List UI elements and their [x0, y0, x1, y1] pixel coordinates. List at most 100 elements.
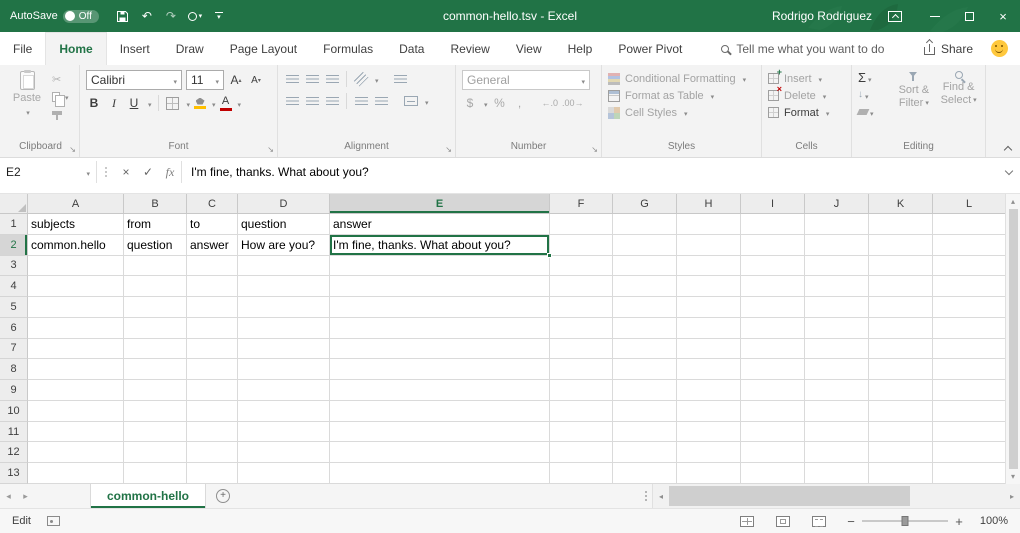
cell-G8[interactable]	[613, 359, 677, 380]
cell-K1[interactable]	[869, 214, 933, 235]
cell-I11[interactable]	[741, 422, 805, 443]
row-header-7[interactable]: 7	[0, 339, 28, 360]
cell-G4[interactable]	[613, 276, 677, 297]
record-macro-icon[interactable]	[47, 516, 60, 526]
row-header-3[interactable]: 3	[0, 256, 28, 277]
tab-page-layout[interactable]: Page Layout	[217, 32, 310, 65]
close-button[interactable]: ×	[986, 0, 1020, 32]
cell-J8[interactable]	[805, 359, 869, 380]
font-name-combo[interactable]: Calibri	[86, 70, 182, 90]
cell-K3[interactable]	[869, 256, 933, 277]
cell-I2[interactable]	[741, 235, 805, 256]
cell-C2[interactable]: answer	[187, 235, 238, 256]
fill-handle[interactable]	[547, 253, 552, 258]
touch-mouse-mode-icon[interactable]	[185, 5, 205, 27]
cell-A1[interactable]: subjects	[28, 214, 124, 235]
select-all-button[interactable]	[0, 194, 28, 213]
scroll-right-icon[interactable]	[1004, 492, 1020, 501]
cell-L3[interactable]	[933, 256, 1006, 277]
sheet-nav-right-icon[interactable]	[17, 484, 34, 508]
column-header-L[interactable]: L	[933, 194, 1006, 213]
cell-H7[interactable]	[677, 339, 741, 360]
sheet-nav-left-icon[interactable]	[0, 484, 17, 508]
align-center-button[interactable]	[304, 92, 320, 110]
top-align-button[interactable]	[284, 70, 300, 88]
cell-G9[interactable]	[613, 380, 677, 401]
cell-E9[interactable]	[330, 380, 550, 401]
collapse-ribbon-icon[interactable]	[1004, 144, 1012, 152]
horizontal-scrollbar[interactable]	[652, 484, 1020, 508]
merge-center-dropdown-icon[interactable]	[423, 94, 429, 108]
cell-G11[interactable]	[613, 422, 677, 443]
number-dialog-launcher-icon[interactable]	[591, 146, 598, 154]
cell-B4[interactable]	[124, 276, 187, 297]
cell-H8[interactable]	[677, 359, 741, 380]
sheet-tab-splitter[interactable]	[640, 484, 652, 508]
cell-A8[interactable]	[28, 359, 124, 380]
shrink-font-button[interactable]: A	[248, 71, 264, 89]
decrease-decimal-button[interactable]: .00→	[562, 94, 584, 112]
cell-E3[interactable]	[330, 256, 550, 277]
view-normal-icon[interactable]	[740, 516, 754, 527]
cell-K5[interactable]	[869, 297, 933, 318]
cell-F10[interactable]	[550, 401, 613, 422]
merge-center-button[interactable]	[403, 92, 419, 110]
cell-A4[interactable]	[28, 276, 124, 297]
decrease-indent-button[interactable]	[353, 92, 369, 110]
cell-K9[interactable]	[869, 380, 933, 401]
row-header-13[interactable]: 13	[0, 463, 28, 484]
accounting-format-button[interactable]: $	[462, 94, 478, 112]
underline-dropdown-icon[interactable]	[146, 96, 152, 110]
cell-I4[interactable]	[741, 276, 805, 297]
cell-C12[interactable]	[187, 442, 238, 463]
tab-power-pivot[interactable]: Power Pivot	[605, 32, 695, 65]
cell-D7[interactable]	[238, 339, 330, 360]
cell-E12[interactable]	[330, 442, 550, 463]
cell-G7[interactable]	[613, 339, 677, 360]
cell-G5[interactable]	[613, 297, 677, 318]
cell-L8[interactable]	[933, 359, 1006, 380]
column-header-F[interactable]: F	[550, 194, 613, 213]
cell-E6[interactable]	[330, 318, 550, 339]
paste-dropdown-icon[interactable]	[24, 106, 30, 118]
customize-quick-access-icon[interactable]	[209, 5, 229, 27]
accounting-dropdown-icon[interactable]	[482, 96, 488, 110]
cell-A12[interactable]	[28, 442, 124, 463]
scroll-up-icon[interactable]	[1006, 195, 1020, 208]
cell-D11[interactable]	[238, 422, 330, 443]
font-dialog-launcher-icon[interactable]	[267, 146, 274, 154]
cell-J5[interactable]	[805, 297, 869, 318]
cell-H6[interactable]	[677, 318, 741, 339]
cell-J7[interactable]	[805, 339, 869, 360]
tab-help[interactable]: Help	[555, 32, 606, 65]
cell-L4[interactable]	[933, 276, 1006, 297]
bottom-align-button[interactable]	[324, 70, 340, 88]
cell-F1[interactable]	[550, 214, 613, 235]
font-color-dropdown-icon[interactable]	[236, 96, 242, 110]
italic-button[interactable]: I	[106, 94, 122, 112]
scroll-left-icon[interactable]	[653, 492, 669, 501]
column-header-A[interactable]: A	[28, 194, 124, 213]
cell-I3[interactable]	[741, 256, 805, 277]
tab-data[interactable]: Data	[386, 32, 437, 65]
align-left-button[interactable]	[284, 92, 300, 110]
cancel-icon[interactable]: ×	[115, 161, 137, 183]
cell-E13[interactable]	[330, 463, 550, 484]
cell-C4[interactable]	[187, 276, 238, 297]
cell-K7[interactable]	[869, 339, 933, 360]
cell-I6[interactable]	[741, 318, 805, 339]
tab-view[interactable]: View	[503, 32, 555, 65]
find-select-button[interactable]: Find & Select	[938, 70, 979, 141]
cell-H10[interactable]	[677, 401, 741, 422]
zoom-level[interactable]: 100%	[974, 515, 1008, 527]
column-header-C[interactable]: C	[187, 194, 238, 213]
comma-style-button[interactable]: ,	[512, 94, 528, 112]
row-header-2[interactable]: 2	[0, 235, 28, 256]
format-cells-button[interactable]: Format	[768, 104, 845, 121]
vertical-scrollbar[interactable]	[1005, 194, 1020, 484]
cell-K6[interactable]	[869, 318, 933, 339]
column-header-E[interactable]: E	[330, 194, 550, 213]
cell-F2[interactable]	[550, 235, 613, 256]
cell-D10[interactable]	[238, 401, 330, 422]
cell-L12[interactable]	[933, 442, 1006, 463]
